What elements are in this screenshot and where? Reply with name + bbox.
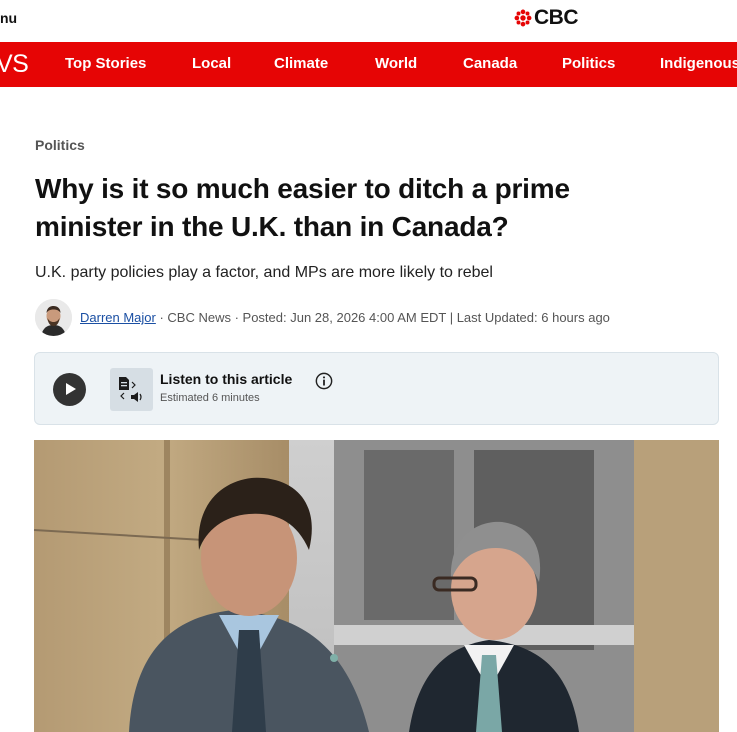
nav-item-climate[interactable]: Climate [274, 55, 328, 72]
article-deck: U.K. party policies play a factor, and M… [35, 264, 493, 281]
logo-text: CBC [534, 6, 579, 29]
text-to-speech-icon [110, 368, 153, 411]
info-icon[interactable] [315, 372, 333, 390]
author-avatar[interactable] [35, 299, 72, 336]
nav-brand[interactable]: VS [0, 50, 29, 79]
byline-meta: · CBC News · Posted: Jun 28, 2026 4:00 A… [155, 310, 610, 325]
byline: Darren Major · CBC News · Posted: Jun 28… [35, 299, 610, 336]
listen-title: Listen to this article [160, 371, 293, 387]
author-link[interactable]: Darren Major [80, 310, 156, 325]
play-button[interactable] [53, 373, 86, 406]
hero-image [34, 440, 719, 732]
cbc-logo[interactable]: CBC [514, 6, 579, 30]
nav-item-politics[interactable]: Politics [562, 55, 615, 72]
nav-item-world[interactable]: World [375, 55, 417, 72]
nav-item-canada[interactable]: Canada [463, 55, 517, 72]
cbc-gem-icon [514, 9, 532, 27]
top-bar: nu CBC [0, 0, 737, 42]
menu-button[interactable]: nu [0, 10, 17, 26]
section-label[interactable]: Politics [35, 137, 85, 153]
listen-to-article-panel: Listen to this article Estimated 6 minut… [34, 352, 719, 425]
nav-item-local[interactable]: Local [192, 55, 231, 72]
section-nav: VS Top Stories Local Climate World Canad… [0, 42, 737, 87]
listen-duration: Estimated 6 minutes [160, 392, 260, 404]
nav-item-indigenous[interactable]: Indigenous [660, 55, 737, 72]
nav-item-top-stories[interactable]: Top Stories [65, 55, 146, 72]
article-headline: Why is it so much easier to ditch a prim… [35, 173, 570, 242]
byline-text: Darren Major · CBC News · Posted: Jun 28… [80, 310, 610, 325]
author-photo [35, 299, 72, 336]
hero-photo [34, 440, 719, 732]
